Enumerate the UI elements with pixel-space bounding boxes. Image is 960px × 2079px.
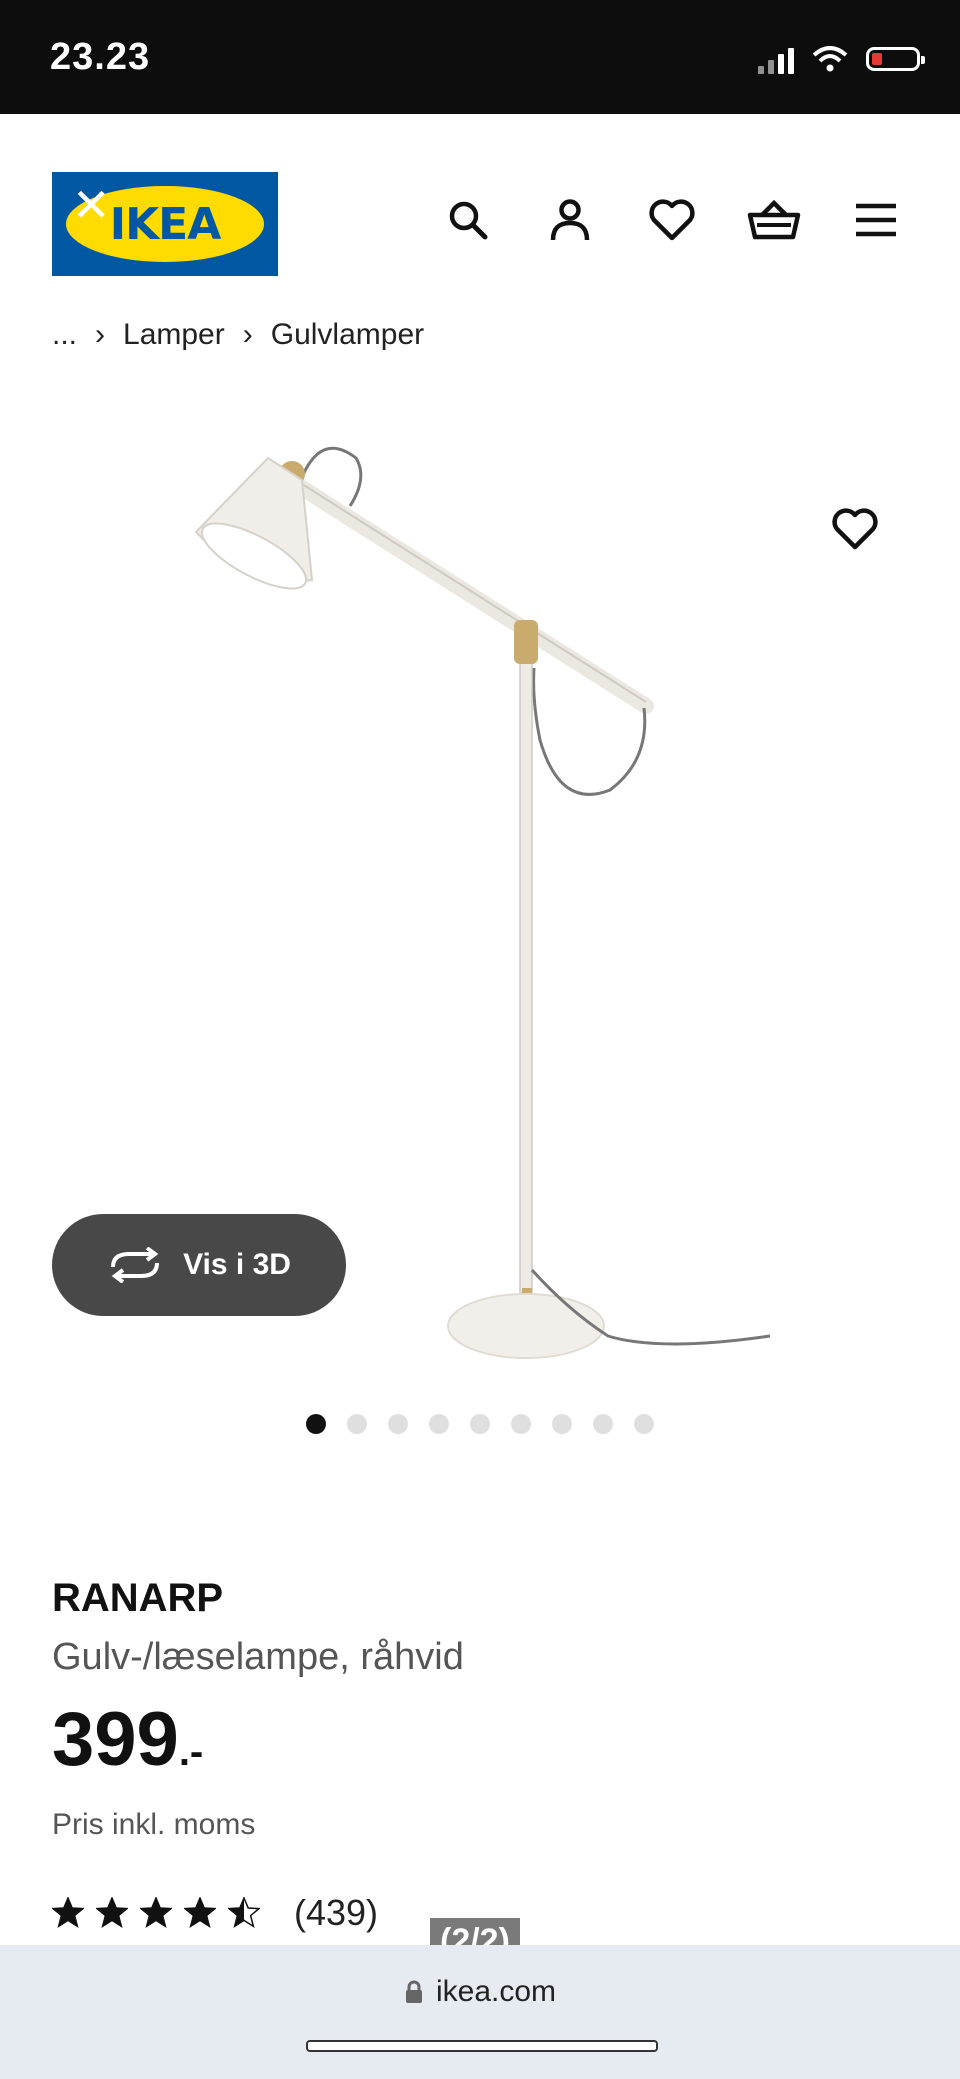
status-time: 23.23 (50, 36, 151, 78)
carousel-dot[interactable] (634, 1414, 654, 1434)
logo-text: IKEA (109, 198, 222, 250)
breadcrumb-item-lamper[interactable]: Lamper (123, 318, 225, 352)
carousel-dot[interactable] (429, 1414, 449, 1434)
ikea-logo[interactable]: IKEA ✕ (52, 172, 278, 276)
wifi-icon (812, 46, 848, 72)
price-value: 399 (52, 1697, 179, 1782)
carousel-dot[interactable] (511, 1414, 531, 1434)
star-icon (184, 1897, 216, 1929)
lock-icon (405, 1980, 422, 2003)
search-icon[interactable] (440, 192, 496, 248)
price-suffix: .- (178, 1730, 204, 1774)
image-carousel-indicator (306, 1414, 654, 1434)
carousel-dot[interactable] (470, 1414, 490, 1434)
browser-url-bar[interactable]: ikea.com (0, 1945, 960, 2079)
header-actions (440, 192, 904, 248)
breadcrumb-item-gulvlamper[interactable]: Gulvlamper (271, 318, 424, 352)
home-indicator[interactable] (306, 2040, 658, 2052)
carousel-dot[interactable] (593, 1414, 613, 1434)
view-in-3d-label: Vis i 3D (183, 1248, 291, 1281)
rotate-3d-icon (111, 1247, 160, 1283)
profile-icon[interactable] (542, 192, 598, 248)
star-icon (140, 1897, 172, 1929)
site-header: IKEA ✕ (0, 114, 960, 314)
star-icon (96, 1897, 128, 1929)
basket-icon[interactable] (746, 192, 802, 248)
carousel-dot[interactable] (388, 1414, 408, 1434)
menu-icon[interactable] (848, 192, 904, 248)
heart-icon[interactable] (644, 192, 700, 248)
breadcrumb-ellipsis[interactable]: ... (52, 318, 77, 352)
star-icon (228, 1897, 260, 1929)
product-rating[interactable]: (439) (52, 1892, 378, 1934)
price-note: Pris inkl. moms (52, 1808, 256, 1841)
star-icon (52, 1897, 84, 1929)
review-count: (439) (294, 1892, 379, 1933)
view-in-3d-button[interactable]: Vis i 3D (52, 1214, 346, 1316)
breadcrumb: ... › Lamper › Gulvlamper (52, 318, 424, 352)
heart-icon (832, 508, 878, 550)
status-icons (758, 44, 925, 74)
carousel-dot[interactable] (306, 1414, 326, 1434)
product-description: Gulv-/læselampe, råhvid (52, 1636, 464, 1678)
product-price: 399.- (52, 1702, 203, 1778)
battery-icon (866, 47, 925, 71)
rating-stars (52, 1897, 260, 1929)
chevron-right-icon: › (95, 318, 106, 351)
cellular-signal-icon (758, 44, 794, 74)
url-text: ikea.com (435, 1975, 557, 2008)
product-name: RANARP (52, 1576, 224, 1620)
carousel-dot[interactable] (552, 1414, 572, 1434)
carousel-dot[interactable] (347, 1414, 367, 1434)
favorite-heart-button[interactable] (820, 494, 890, 564)
chevron-right-icon: › (242, 318, 253, 351)
status-bar: 23.23 (0, 0, 960, 114)
close-icon[interactable]: ✕ (72, 182, 111, 228)
